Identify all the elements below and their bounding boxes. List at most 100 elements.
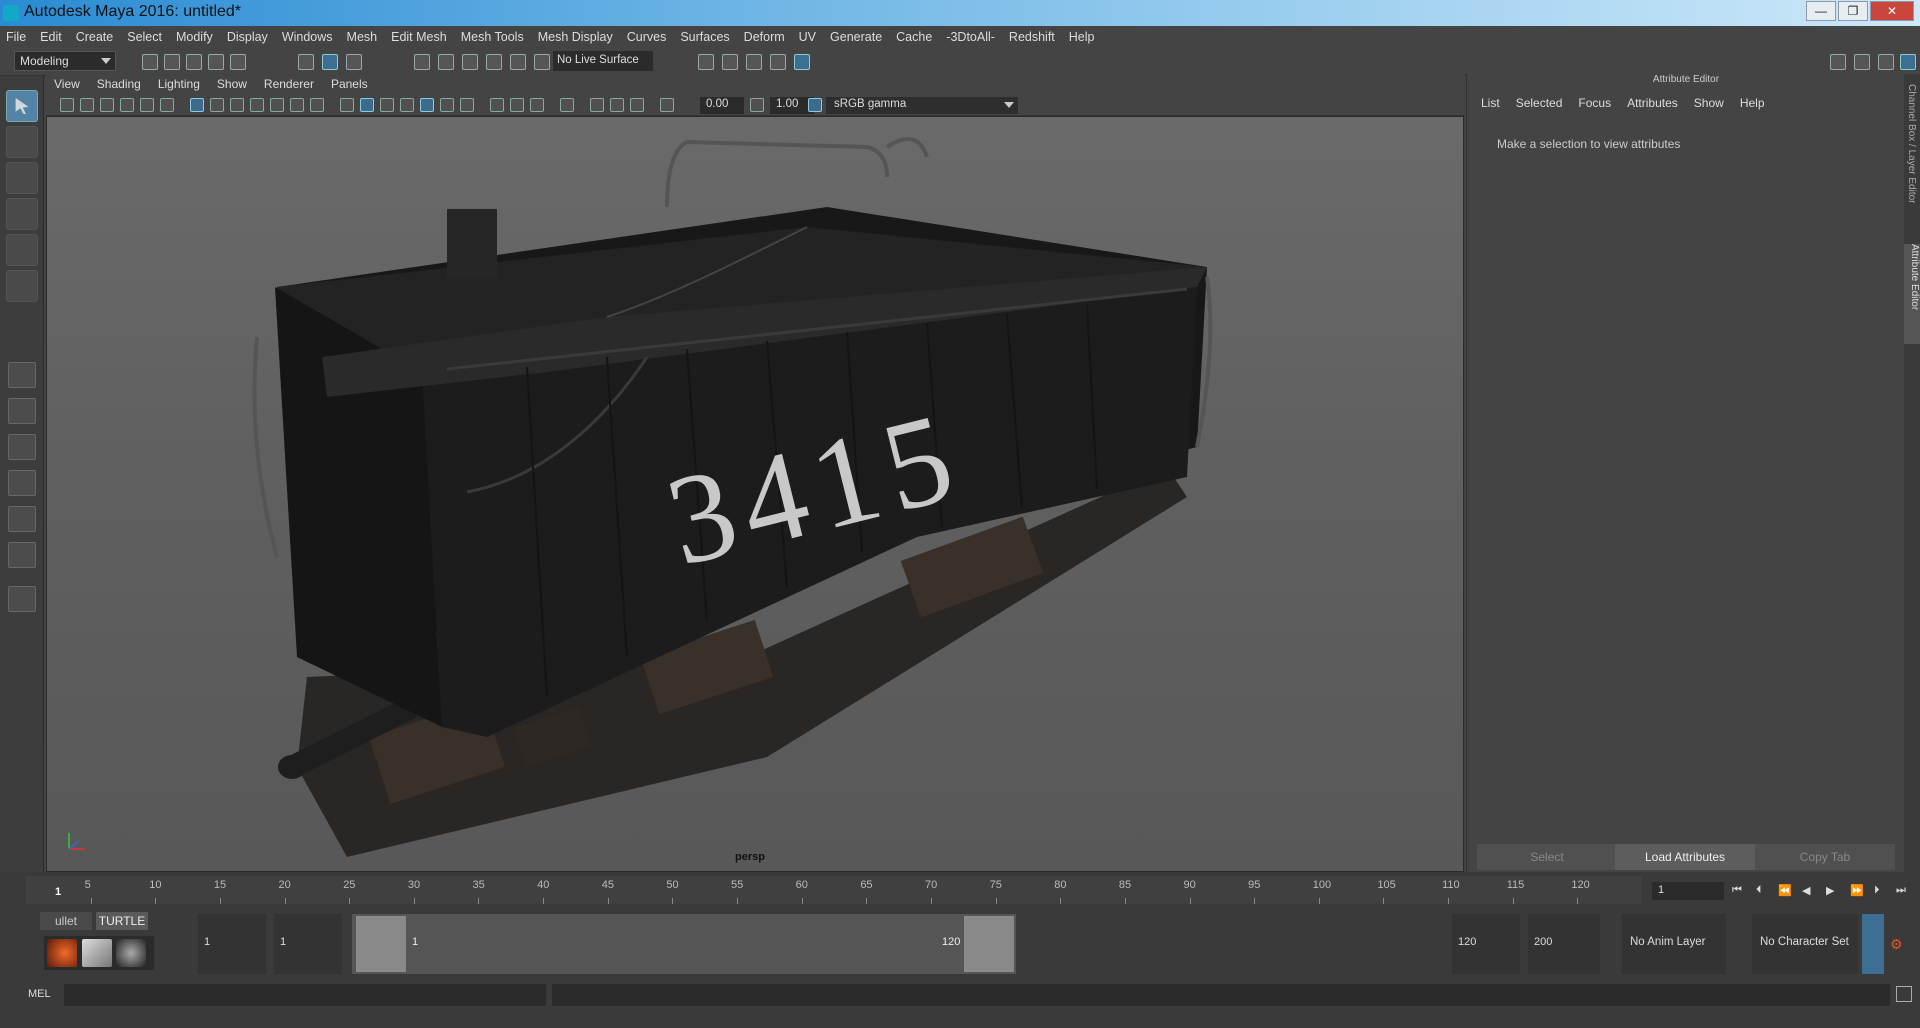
select-object-icon[interactable]: [322, 54, 338, 70]
menu-redshift[interactable]: Redshift: [1009, 30, 1055, 44]
vp-menu-view[interactable]: View: [54, 77, 80, 91]
four-view-layout-button[interactable]: [8, 398, 36, 424]
gate-mask-icon[interactable]: [250, 98, 264, 112]
menu-display[interactable]: Display: [227, 30, 268, 44]
xray-active-icon[interactable]: [610, 98, 624, 112]
ae-load-attributes-button[interactable]: Load Attributes: [1615, 844, 1755, 870]
grid-toggle-icon[interactable]: [190, 98, 204, 112]
exposure-field[interactable]: 0.00: [700, 97, 744, 114]
save-scene-icon[interactable]: [186, 54, 202, 70]
menu-windows[interactable]: Windows: [282, 30, 333, 44]
paint-select-tool-button[interactable]: [6, 162, 38, 194]
shelf-tab-bullet[interactable]: ullet: [40, 912, 92, 930]
go-to-start-icon[interactable]: ⏮: [1732, 884, 1744, 898]
snap-curve-icon[interactable]: [438, 54, 454, 70]
current-frame-field[interactable]: 1: [1652, 882, 1724, 900]
ae-menu-list[interactable]: List: [1481, 96, 1500, 110]
menu-create[interactable]: Create: [76, 30, 114, 44]
screen-space-ao-icon[interactable]: [490, 98, 504, 112]
film-gate-icon[interactable]: [210, 98, 224, 112]
scene-start-field[interactable]: 1: [198, 914, 266, 974]
xray-icon[interactable]: [590, 98, 604, 112]
color-management-icon[interactable]: [808, 98, 822, 112]
safe-action-icon[interactable]: [290, 98, 304, 112]
wireframe-icon[interactable]: [340, 98, 354, 112]
scene-end-field[interactable]: 200: [1528, 914, 1600, 974]
mel-input[interactable]: [64, 984, 546, 1006]
ae-menu-attributes[interactable]: Attributes: [1627, 96, 1678, 110]
toggle-channel-box-icon[interactable]: [1900, 54, 1916, 70]
lasso-tool-button[interactable]: [6, 126, 38, 158]
shadows-icon[interactable]: [460, 98, 474, 112]
time-slider-track[interactable]: 1 5 10 15 20 25 30 35 40 45 50 55 60 65 70 75 80 85 90 95 1…: [26, 876, 1642, 904]
menu-curves[interactable]: Curves: [627, 30, 667, 44]
persp-uv-layout-button[interactable]: [8, 542, 36, 568]
menu-3dtoall[interactable]: -3DtoAll-: [946, 30, 995, 44]
render-frame-icon[interactable]: [770, 54, 786, 70]
shelf-tab-turtle[interactable]: TURTLE: [96, 912, 148, 930]
persp-outliner-layout-button[interactable]: [8, 434, 36, 460]
scale-tool-button[interactable]: [6, 270, 38, 302]
toggle-modeling-toolkit-icon[interactable]: [1854, 54, 1870, 70]
menu-edit-mesh[interactable]: Edit Mesh: [391, 30, 447, 44]
resolution-gate-icon[interactable]: [230, 98, 244, 112]
field-chart-icon[interactable]: [270, 98, 284, 112]
vp-menu-lighting[interactable]: Lighting: [158, 77, 200, 91]
playback-start-field[interactable]: 1: [274, 914, 342, 974]
single-perspective-layout-button[interactable]: [8, 362, 36, 388]
persp-hypershade-layout-button[interactable]: [8, 506, 36, 532]
animation-preferences-icon[interactable]: ⚙: [1890, 936, 1906, 952]
close-button[interactable]: ✕: [1870, 1, 1914, 21]
open-scene-icon[interactable]: [164, 54, 180, 70]
anti-aliasing-icon[interactable]: [530, 98, 544, 112]
menu-modify[interactable]: Modify: [176, 30, 213, 44]
menu-file[interactable]: File: [6, 30, 26, 44]
camera-attributes-icon[interactable]: [80, 98, 94, 112]
magnet-icon[interactable]: [534, 54, 550, 70]
play-backwards-icon[interactable]: ◀: [1802, 884, 1814, 898]
menu-uv[interactable]: UV: [799, 30, 816, 44]
snap-surface-icon[interactable]: [510, 54, 526, 70]
2d-pan-zoom-icon[interactable]: [140, 98, 154, 112]
snap-grid-icon[interactable]: [414, 54, 430, 70]
step-forward-frame-icon[interactable]: ⏵: [1874, 884, 1886, 898]
menu-help[interactable]: Help: [1069, 30, 1095, 44]
new-scene-icon[interactable]: [142, 54, 158, 70]
step-forward-key-icon[interactable]: ⏩: [1850, 884, 1864, 898]
workspace-icon[interactable]: [1830, 54, 1846, 70]
hypershade-icon[interactable]: [794, 54, 810, 70]
sphere-material-icon[interactable]: [116, 939, 146, 967]
toggle-attribute-editor-icon[interactable]: [1878, 54, 1894, 70]
attribute-editor-tab[interactable]: Attribute Editor: [1904, 244, 1920, 344]
view-transform-dropdown[interactable]: sRGB gamma: [826, 97, 1018, 114]
menu-cache[interactable]: Cache: [896, 30, 932, 44]
isolate-select-icon[interactable]: [560, 98, 574, 112]
menu-generate[interactable]: Generate: [830, 30, 882, 44]
bookmark-icon[interactable]: [100, 98, 114, 112]
vp-menu-panels[interactable]: Panels: [331, 77, 368, 91]
range-end-handle[interactable]: [964, 916, 1014, 972]
select-hierarchy-icon[interactable]: [298, 54, 314, 70]
baking-icon[interactable]: [82, 939, 112, 967]
play-forwards-icon[interactable]: ▶: [1826, 884, 1838, 898]
auto-key-button[interactable]: [1862, 914, 1884, 974]
menu-mesh-tools[interactable]: Mesh Tools: [461, 30, 524, 44]
ae-menu-show[interactable]: Show: [1694, 96, 1724, 110]
safe-title-icon[interactable]: [310, 98, 324, 112]
menu-mesh[interactable]: Mesh: [347, 30, 378, 44]
menu-set-dropdown[interactable]: Modeling: [14, 51, 116, 71]
turtle-render-icon[interactable]: [47, 939, 77, 967]
channel-box-tab[interactable]: Channel Box / Layer Editor: [1906, 84, 1917, 204]
ae-copy-tab-button[interactable]: Copy Tab: [1755, 844, 1895, 870]
menu-select[interactable]: Select: [127, 30, 162, 44]
step-back-frame-icon[interactable]: ⏴: [1756, 884, 1768, 898]
more-layouts-button[interactable]: [8, 586, 36, 612]
vp-menu-show[interactable]: Show: [217, 77, 247, 91]
ae-menu-focus[interactable]: Focus: [1578, 96, 1611, 110]
default-material-icon[interactable]: [380, 98, 394, 112]
render-settings-icon[interactable]: [698, 54, 714, 70]
minimize-button[interactable]: —: [1806, 1, 1836, 21]
character-set-dropdown[interactable]: No Character Set: [1752, 914, 1858, 974]
select-camera-icon[interactable]: [60, 98, 74, 112]
ae-menu-selected[interactable]: Selected: [1516, 96, 1563, 110]
